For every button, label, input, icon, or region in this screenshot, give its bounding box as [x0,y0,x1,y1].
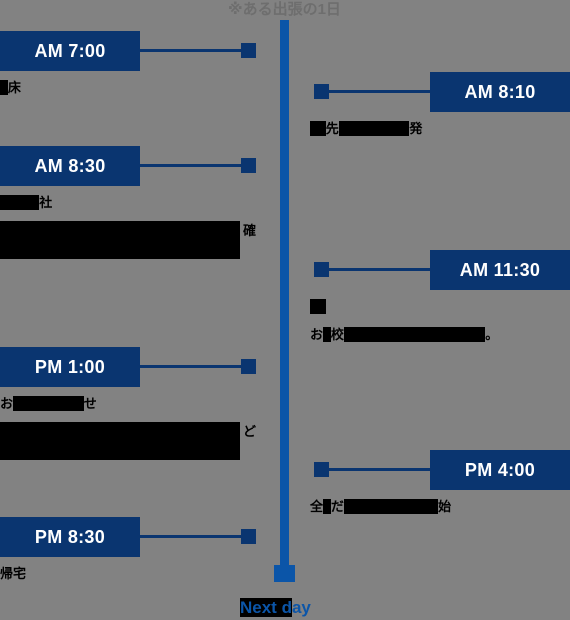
redacted-block: 確 [0,221,256,259]
connector-node [241,43,256,58]
connector-node [314,462,329,477]
time-badge[interactable]: PM 4:00 [430,450,570,490]
timeline-event-am-1130: AM 11:30 ■■ お■校■■■■■■■■■■■■■■■■■■。 [310,250,570,344]
visible-text: 校 [330,327,344,342]
connector-node [314,84,329,99]
event-description: 全■だ■■■■■■■■■■■■始 [310,497,570,516]
time-badge[interactable]: PM 1:00 [0,347,140,387]
visible-text: 確 [242,223,256,238]
time-row: PM 4:00 [310,450,570,490]
redacted-text: ■■ [310,121,326,136]
next-day-visible-segment: ay [291,598,311,617]
redacted-text: ■ [323,327,331,342]
event-description: 帰宅 [0,564,258,583]
event-description-secondary: ど [0,422,258,465]
connector-node [241,359,256,374]
connector-line [326,90,430,93]
timeline-end-marker [274,565,295,582]
event-description-secondary: お■校■■■■■■■■■■■■■■■■■■。 [310,325,570,344]
visible-text: 。 [485,327,499,342]
time-row: PM 8:30 [0,517,258,557]
event-description: ■■先■■■■■■■■■発 [310,119,570,138]
redacted-text: ■■■■■■■■■■■■■■■■■■ [343,327,486,342]
connector-node [241,158,256,173]
connector-node [314,262,329,277]
visible-text: お [0,396,14,411]
connector-line [140,535,244,538]
redacted-text: ■■■■■■■■■ [13,396,84,411]
redacted-text: ■ [323,499,331,514]
visible-text: 発 [409,121,423,136]
time-badge[interactable]: PM 8:30 [0,517,140,557]
time-badge[interactable]: AM 8:10 [430,72,570,112]
time-badge[interactable]: AM 7:00 [0,31,140,71]
visible-text: 社 [39,195,53,210]
visible-text: 床 [7,80,21,95]
time-row: AM 8:10 [310,72,570,112]
time-badge[interactable]: AM 8:30 [0,146,140,186]
connector-line [326,468,430,471]
connector-node [241,529,256,544]
next-day-label: Next day [240,598,311,618]
visible-text: 先 [325,121,339,136]
time-row: AM 11:30 [310,250,570,290]
timeline-event-am-830: AM 8:30 ■■■■■社 確 [0,146,258,264]
page-title: ※ある出張の1日 [228,1,341,18]
redacted-text: ■■ [310,299,326,314]
visible-text: せ [83,396,97,411]
timeline-event-am-810: AM 8:10 ■■先■■■■■■■■■発 [310,72,570,138]
time-row: AM 7:00 [0,31,258,71]
timeline-event-am-700: AM 7:00 ■床 [0,31,258,97]
connector-line [140,164,244,167]
time-badge[interactable]: AM 11:30 [430,250,570,290]
next-day-redacted-segment: Next d [240,598,292,617]
timeline-spine [280,20,289,572]
visible-text: 帰宅 [0,566,27,581]
event-description: ■■ [310,297,570,316]
visible-text: だ [330,499,344,514]
visible-text: お [310,327,324,342]
time-row: PM 1:00 [0,347,258,387]
timeline-event-pm-400: PM 4:00 全■だ■■■■■■■■■■■■始 [310,450,570,516]
time-row: AM 8:30 [0,146,258,186]
redacted-text: ■■■■■ [0,195,40,210]
connector-line [140,365,244,368]
connector-line [326,268,430,271]
event-description: お■■■■■■■■■せ [0,394,258,413]
timeline-event-pm-830: PM 8:30 帰宅 [0,517,258,583]
connector-line [140,49,244,52]
event-description: ■■■■■社 [0,193,258,212]
visible-text: ど [242,424,256,439]
redacted-text: ■ [0,80,8,95]
event-description: ■床 [0,78,258,97]
redacted-text: ■■■■■■■■■■■■ [343,499,439,514]
event-description-secondary: 確 [0,221,258,264]
redacted-text: ■■■■■■■■■ [338,121,410,136]
visible-text: 始 [438,499,452,514]
redacted-block: ど [0,422,256,460]
timeline-event-pm-100: PM 1:00 お■■■■■■■■■せ ど [0,347,258,465]
visible-text: 全 [310,499,324,514]
